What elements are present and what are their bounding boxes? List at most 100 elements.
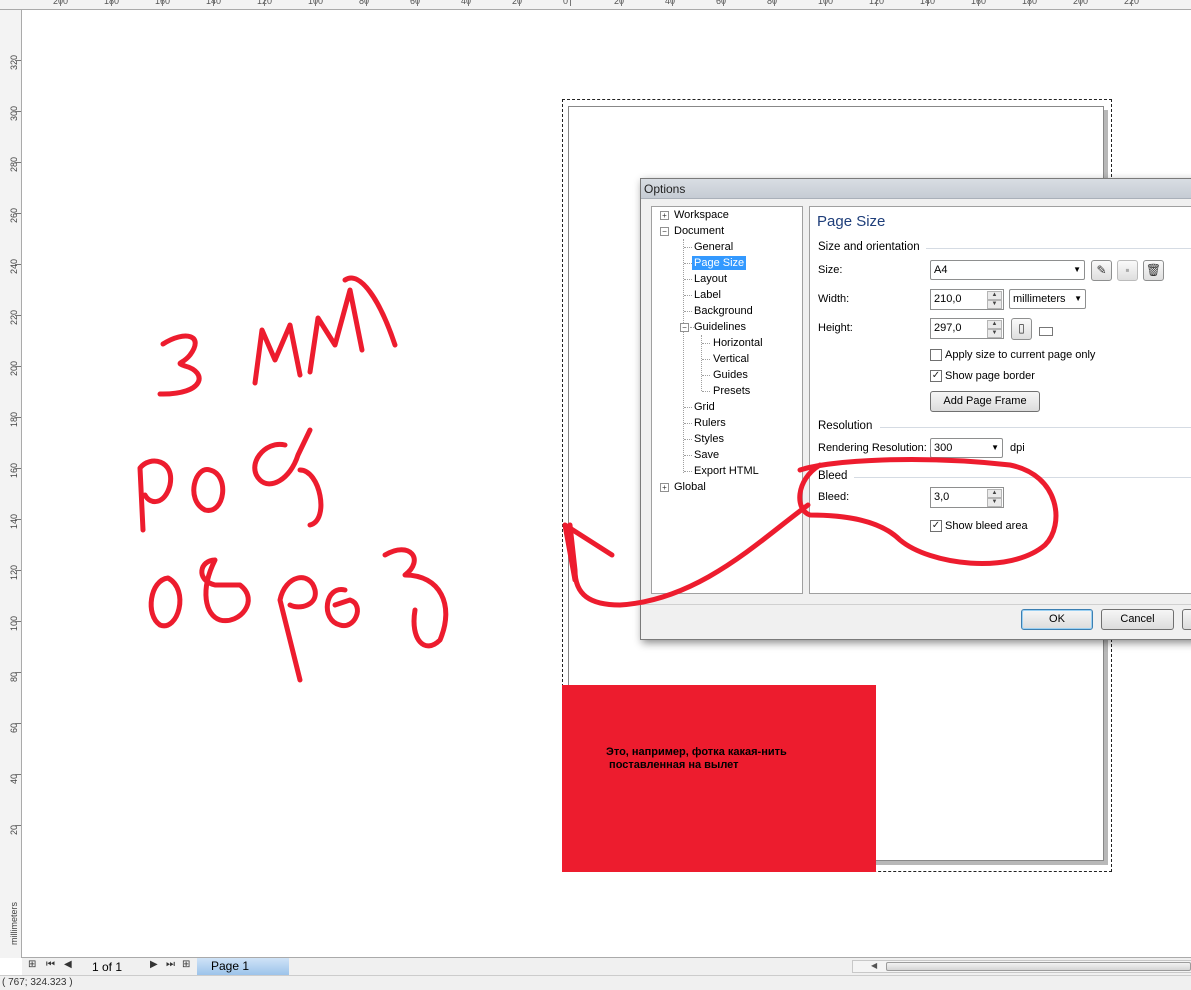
tree-item-rulers[interactable]: Rulers bbox=[694, 416, 726, 430]
ruler-tick-label: 120 bbox=[9, 564, 19, 580]
height-label: Height: bbox=[818, 322, 853, 334]
ruler-tick bbox=[15, 60, 21, 61]
ruler-tick bbox=[264, 0, 265, 6]
first-page-icon[interactable]: ⏮ bbox=[46, 959, 55, 970]
help-button[interactable] bbox=[1182, 609, 1191, 630]
spin-down-icon[interactable]: ▼ bbox=[987, 498, 1002, 507]
spin-up-icon[interactable]: ▲ bbox=[987, 489, 1002, 498]
ruler-tick-label: 140 bbox=[9, 513, 19, 529]
previous-page-icon[interactable]: ◀ bbox=[64, 959, 72, 970]
ruler-tick bbox=[15, 162, 21, 163]
height-input[interactable]: 297,0 ▲ ▼ bbox=[930, 318, 1004, 339]
spin-up-icon[interactable]: ▲ bbox=[987, 320, 1002, 329]
ruler-tick bbox=[15, 621, 21, 622]
ruler-tick-label: 220 bbox=[9, 309, 19, 325]
ruler-tick bbox=[1029, 0, 1030, 6]
last-page-icon[interactable]: ⏭ bbox=[166, 959, 175, 970]
show-page-border-checkbox[interactable]: ✓ bbox=[930, 370, 942, 382]
tree-item-background[interactable]: Background bbox=[694, 304, 753, 318]
tree-item-label[interactable]: Label bbox=[694, 288, 721, 302]
tree-item-presets[interactable]: Presets bbox=[713, 384, 750, 398]
options-tree[interactable]: + Workspace − Document General Page Size… bbox=[651, 206, 803, 594]
vertical-ruler[interactable]: millimeters 320 300 280 260 240 220 200 180 160 1… bbox=[0, 10, 22, 958]
ruler-tick bbox=[621, 0, 622, 6]
expand-workspace-icon[interactable]: + bbox=[660, 211, 669, 220]
expand-global-icon[interactable]: + bbox=[660, 483, 669, 492]
horizontal-ruler[interactable]: 2001801601401201008060402002040608010012… bbox=[0, 0, 1191, 10]
ruler-tick bbox=[366, 0, 367, 6]
ruler-tick bbox=[978, 0, 979, 6]
ruler-tick bbox=[15, 774, 21, 775]
cancel-button[interactable]: Cancel bbox=[1101, 609, 1174, 630]
width-input[interactable]: 210,0 ▲ ▼ bbox=[930, 289, 1004, 310]
horizontal-scrollbar[interactable]: ◀ bbox=[852, 960, 1191, 973]
ruler-tick bbox=[672, 0, 673, 6]
tree-item-grid[interactable]: Grid bbox=[694, 400, 715, 414]
show-bleed-area-label: Show bleed area bbox=[945, 520, 1028, 532]
ruler-tick bbox=[519, 0, 520, 6]
bleed-input[interactable]: 3,0 ▲ ▼ bbox=[930, 487, 1004, 508]
tree-item-global[interactable]: Global bbox=[674, 480, 706, 494]
bleed-label: Bleed: bbox=[818, 491, 850, 503]
ruler-tick bbox=[774, 0, 775, 6]
spin-down-icon[interactable]: ▼ bbox=[987, 300, 1002, 309]
ruler-tick-label: 60 bbox=[410, 0, 421, 6]
ruler-tick-label: 180 bbox=[9, 411, 19, 427]
landscape-orientation-icon[interactable] bbox=[1039, 327, 1053, 336]
cursor-coordinates: ( 767; 324.323 ) bbox=[2, 977, 73, 988]
edit-page-size-icon[interactable]: ✎ bbox=[1091, 260, 1112, 281]
scroll-left-icon[interactable]: ◀ bbox=[871, 961, 877, 970]
collapse-document-icon[interactable]: − bbox=[660, 227, 669, 236]
ok-button[interactable]: OK bbox=[1021, 609, 1093, 630]
tree-item-layout[interactable]: Layout bbox=[694, 272, 727, 286]
save-page-size-icon[interactable]: ▪ bbox=[1117, 260, 1138, 281]
add-page-frame-button[interactable]: Add Page Frame bbox=[930, 391, 1040, 412]
tree-item-styles[interactable]: Styles bbox=[694, 432, 724, 446]
apply-current-page-label: Apply size to current page only bbox=[945, 349, 1096, 361]
apply-current-page-checkbox[interactable] bbox=[930, 349, 942, 361]
tree-item-page-size[interactable]: Page Size bbox=[692, 256, 747, 270]
page-tab-1[interactable]: Page 1 bbox=[197, 958, 289, 975]
rendering-resolution-label: Rendering Resolution: bbox=[818, 442, 927, 454]
ruler-tick bbox=[15, 825, 21, 826]
tree-item-general[interactable]: General bbox=[694, 240, 733, 254]
ruler-tick bbox=[60, 0, 61, 6]
portrait-orientation-icon[interactable]: ▯ bbox=[1011, 318, 1032, 340]
spin-up-icon[interactable]: ▲ bbox=[987, 291, 1002, 300]
bleed-heading: Bleed bbox=[818, 470, 848, 482]
ruler-tick-label: 20 bbox=[9, 824, 19, 835]
delete-page-size-icon[interactable]: 🗑 bbox=[1143, 260, 1164, 281]
tree-item-export-html[interactable]: Export HTML bbox=[694, 464, 759, 478]
red-photo-placeholder[interactable] bbox=[562, 685, 876, 872]
tree-item-guides[interactable]: Guides bbox=[713, 368, 748, 382]
rendering-resolution-select[interactable]: 300 ▼ bbox=[930, 438, 1003, 458]
collapse-guidelines-icon[interactable]: − bbox=[680, 323, 689, 332]
ruler-tick-label: 0 bbox=[563, 0, 569, 6]
spin-down-icon[interactable]: ▼ bbox=[987, 329, 1002, 338]
tree-item-save[interactable]: Save bbox=[694, 448, 719, 462]
scrollbar-thumb[interactable] bbox=[886, 962, 1191, 971]
tree-item-document[interactable]: Document bbox=[674, 224, 724, 238]
size-label: Size: bbox=[818, 264, 843, 276]
dialog-divider bbox=[641, 604, 1191, 605]
next-page-icon[interactable]: ▶ bbox=[150, 959, 158, 970]
tree-item-vertical[interactable]: Vertical bbox=[713, 352, 749, 366]
ruler-tick-label: 200 bbox=[9, 360, 19, 376]
size-select[interactable]: A4 ▼ bbox=[930, 260, 1085, 280]
ruler-tick bbox=[15, 468, 21, 469]
tree-item-horizontal[interactable]: Horizontal bbox=[713, 336, 763, 350]
units-select[interactable]: millimeters ▼ bbox=[1009, 289, 1086, 309]
show-bleed-area-checkbox[interactable]: ✓ bbox=[930, 520, 942, 532]
ruler-unit-label: millimeters bbox=[9, 901, 19, 945]
ruler-tick bbox=[825, 0, 826, 6]
ruler-tick-label: 260 bbox=[9, 207, 19, 223]
add-page-after-icon[interactable]: ⊞ bbox=[182, 959, 190, 970]
ruler-tick-label: 320 bbox=[9, 54, 19, 70]
tree-item-workspace[interactable]: Workspace bbox=[674, 208, 729, 222]
tree-item-guidelines[interactable]: Guidelines bbox=[694, 320, 746, 334]
ruler-tick bbox=[15, 672, 21, 673]
add-page-icon[interactable]: ⊞ bbox=[28, 959, 36, 970]
panel-title: Page Size bbox=[817, 213, 886, 230]
page-counter: 1 of 1 bbox=[92, 960, 123, 974]
page-navigator-bar: ⊞ ⏮ ◀ 1 of 1 ▶ ⏭ ⊞ Page 1 ◀ bbox=[22, 957, 1191, 975]
